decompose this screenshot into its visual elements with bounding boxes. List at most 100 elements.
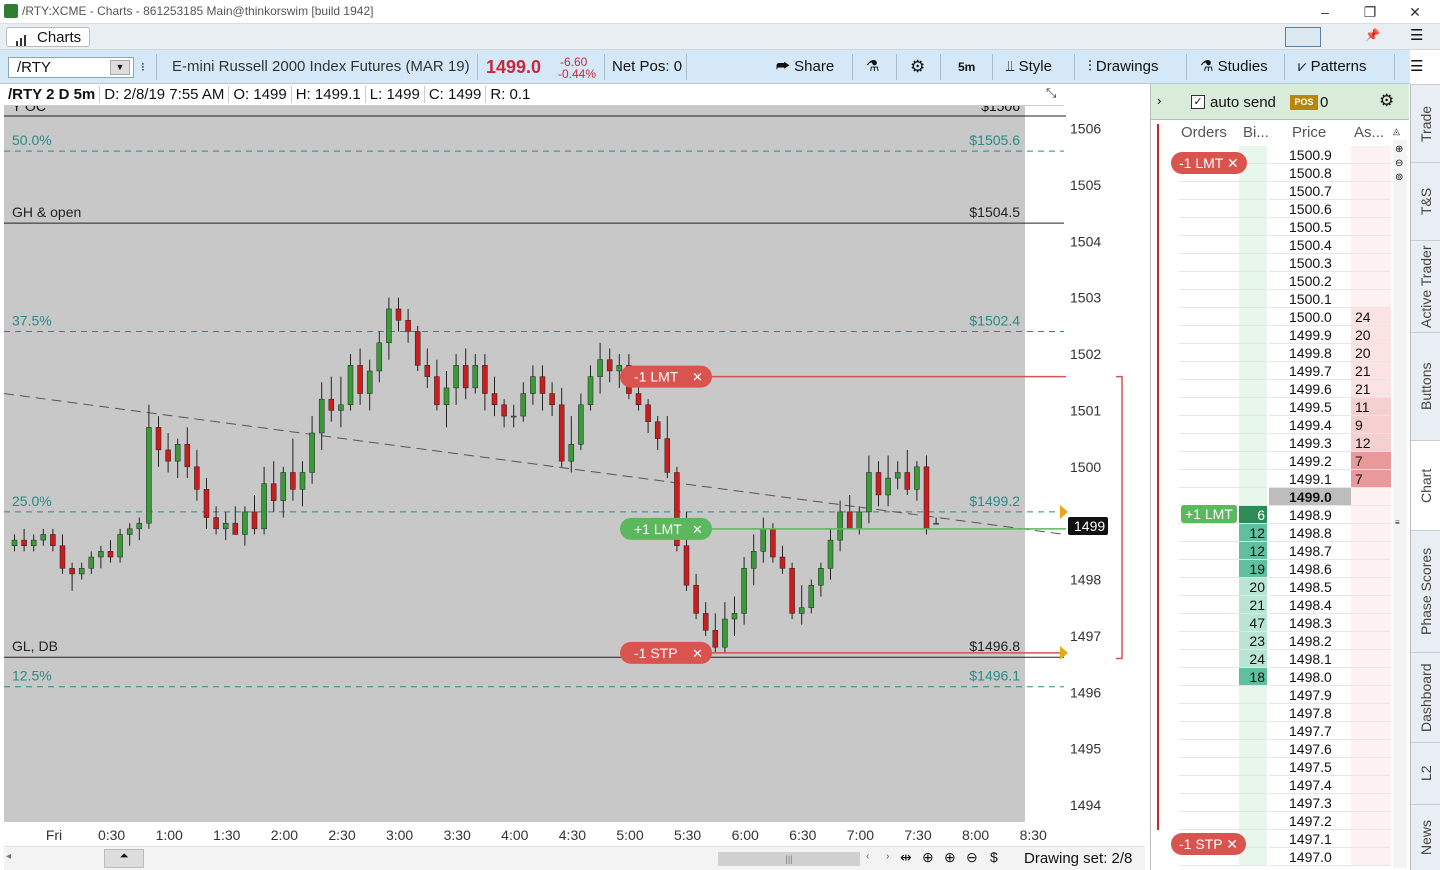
zoom-in-icon[interactable]: ⊕ <box>944 849 956 866</box>
ladder-price-cell[interactable]: 1497.3 <box>1269 794 1351 812</box>
ladder-orders-cell[interactable] <box>1179 524 1239 542</box>
sidebar-tab-chart[interactable]: Chart <box>1411 440 1440 530</box>
ladder-price-cell[interactable]: 1498.1 <box>1269 650 1351 668</box>
ladder-bid-cell[interactable]: 12 <box>1239 524 1267 542</box>
sidebar-tab-dashboard[interactable]: Dashboard <box>1411 652 1440 742</box>
ladder-bid-cell[interactable]: 19 <box>1239 560 1267 578</box>
expand-chart-icon[interactable]: ⤡ <box>1046 85 1056 101</box>
ladder-orders-cell[interactable] <box>1179 722 1239 740</box>
flask-icon[interactable]: ⚗ <box>866 50 879 84</box>
ladder-price-cell[interactable]: 1499.4 <box>1269 416 1351 434</box>
ladder-ask-cell[interactable] <box>1351 686 1391 704</box>
ladder-ask-cell[interactable] <box>1351 578 1391 596</box>
ladder-ask-cell[interactable] <box>1351 146 1391 164</box>
ladder-ask-cell[interactable] <box>1351 650 1391 668</box>
studies-button[interactable]: ⚗ Studies <box>1200 50 1268 84</box>
ladder-bid-cell[interactable] <box>1239 218 1267 236</box>
ladder-price-cell[interactable]: 1499.2 <box>1269 452 1351 470</box>
ladder-ask-cell[interactable]: 7 <box>1351 452 1391 470</box>
ladder-bid-cell[interactable]: 24 <box>1239 650 1267 668</box>
auto-send-checkbox[interactable]: ✓ <box>1191 95 1205 109</box>
ladder-ask-cell[interactable] <box>1351 812 1391 830</box>
ladder-orders-cell[interactable] <box>1179 218 1239 236</box>
ladder-ask-cell[interactable] <box>1351 272 1391 290</box>
ladder-orders-cell[interactable] <box>1179 614 1239 632</box>
tab-menu-icon[interactable]: ☰ <box>1410 26 1423 44</box>
ladder-price-cell[interactable]: 1498.0 <box>1269 668 1351 686</box>
column-orders[interactable]: Orders <box>1181 122 1227 144</box>
dollar-icon[interactable]: $ <box>990 849 998 865</box>
ladder-bid-cell[interactable] <box>1239 488 1267 506</box>
ladder-bid-cell[interactable] <box>1239 686 1267 704</box>
ladder-orders-cell[interactable] <box>1179 776 1239 794</box>
zoom-out-icon[interactable]: ⊖ <box>1395 158 1403 169</box>
ladder-price-cell[interactable]: 1500.1 <box>1269 290 1351 308</box>
horizontal-scrollbar[interactable]: ||| <box>718 852 860 866</box>
ladder-ask-cell[interactable] <box>1351 182 1391 200</box>
ladder-orders-cell[interactable] <box>1179 326 1239 344</box>
ladder-bid-cell[interactable]: 6 <box>1239 506 1267 524</box>
ladder-price-cell[interactable]: 1499.9 <box>1269 326 1351 344</box>
ladder-price-cell[interactable]: 1497.2 <box>1269 812 1351 830</box>
chevron-right-icon[interactable]: › <box>1157 93 1161 108</box>
ladder-bid-cell[interactable]: 21 <box>1239 596 1267 614</box>
ladder-ask-cell[interactable] <box>1351 506 1391 524</box>
ladder-ask-cell[interactable] <box>1351 632 1391 650</box>
ladder-orders-cell[interactable] <box>1179 560 1239 578</box>
ladder-bid-cell[interactable] <box>1239 308 1267 326</box>
ladder-bid-cell[interactable] <box>1239 434 1267 452</box>
ladder-price-cell[interactable]: 1500.4 <box>1269 236 1351 254</box>
ladder-price-cell[interactable]: 1499.3 <box>1269 434 1351 452</box>
crosshair-icon[interactable]: ⊕ <box>922 849 934 866</box>
ladder-ask-cell[interactable] <box>1351 668 1391 686</box>
drawings-button[interactable]: ⫶ Drawings <box>1088 50 1158 84</box>
ladder-bid-cell[interactable] <box>1239 380 1267 398</box>
ladder-orders-cell[interactable] <box>1179 236 1239 254</box>
ladder-ask-cell[interactable] <box>1351 848 1391 866</box>
ladder-ask-cell[interactable] <box>1351 740 1391 758</box>
settings-gear-icon[interactable]: ⚙ <box>910 50 925 84</box>
ladder-bid-cell[interactable] <box>1239 722 1267 740</box>
ladder-ask-cell[interactable] <box>1351 200 1391 218</box>
ladder-orders-cell[interactable] <box>1179 578 1239 596</box>
ladder-price-cell[interactable]: 1500.7 <box>1269 182 1351 200</box>
ladder-orders-cell[interactable] <box>1179 200 1239 218</box>
sidebar-tab-trade[interactable]: Trade <box>1411 84 1440 162</box>
ladder-ask-cell[interactable] <box>1351 236 1391 254</box>
ladder-orders-cell[interactable] <box>1179 182 1239 200</box>
ladder-ask-cell[interactable] <box>1351 524 1391 542</box>
ladder-price-cell[interactable]: 1498.8 <box>1269 524 1351 542</box>
ladder-bid-cell[interactable] <box>1239 254 1267 272</box>
ladder-orders-cell[interactable] <box>1179 740 1239 758</box>
ladder-bid-cell[interactable]: 20 <box>1239 578 1267 596</box>
ladder-bid-cell[interactable] <box>1239 182 1267 200</box>
ladder-price-cell[interactable]: 1499.5 <box>1269 398 1351 416</box>
ladder-ask-cell[interactable] <box>1351 290 1391 308</box>
ladder-bid-cell[interactable] <box>1239 452 1267 470</box>
zoom-out-icon[interactable]: ⊖ <box>966 849 978 866</box>
ladder-bid-cell[interactable] <box>1239 416 1267 434</box>
ladder-price-cell[interactable]: 1500.9 <box>1269 146 1351 164</box>
ladder-orders-cell[interactable] <box>1179 650 1239 668</box>
cancel-order-icon[interactable]: ✕ <box>1227 155 1239 171</box>
ladder-orders-cell[interactable] <box>1179 668 1239 686</box>
order-chip-top[interactable]: -1 LMT ✕ <box>1171 152 1247 174</box>
ladder-orders-cell[interactable] <box>1179 344 1239 362</box>
ladder-orders-cell[interactable] <box>1179 812 1239 830</box>
ladder-orders-cell[interactable] <box>1179 758 1239 776</box>
ladder-price-cell[interactable]: 1498.6 <box>1269 560 1351 578</box>
ladder-bid-cell[interactable]: 23 <box>1239 632 1267 650</box>
restore-button[interactable]: ❐ <box>1355 2 1385 22</box>
vertical-scrollbar[interactable]: ⊕ ⊖ ⊚ ≡ <box>1393 140 1407 868</box>
ladder-bid-cell[interactable] <box>1239 326 1267 344</box>
ladder-ask-cell[interactable] <box>1351 722 1391 740</box>
ladder-orders-cell[interactable] <box>1179 272 1239 290</box>
drawing-set-label[interactable]: Drawing set: 2/8 <box>1024 850 1132 867</box>
ladder-orders-cell[interactable] <box>1179 362 1239 380</box>
ladder-ask-cell[interactable]: 9 <box>1351 416 1391 434</box>
ladder-price-cell[interactable]: 1500.2 <box>1269 272 1351 290</box>
ladder-ask-cell[interactable] <box>1351 560 1391 578</box>
ladder-bid-cell[interactable] <box>1239 398 1267 416</box>
style-button[interactable]: ⫫ Style <box>1006 50 1052 84</box>
scroll-thumb[interactable]: ≡ <box>1395 518 1405 528</box>
